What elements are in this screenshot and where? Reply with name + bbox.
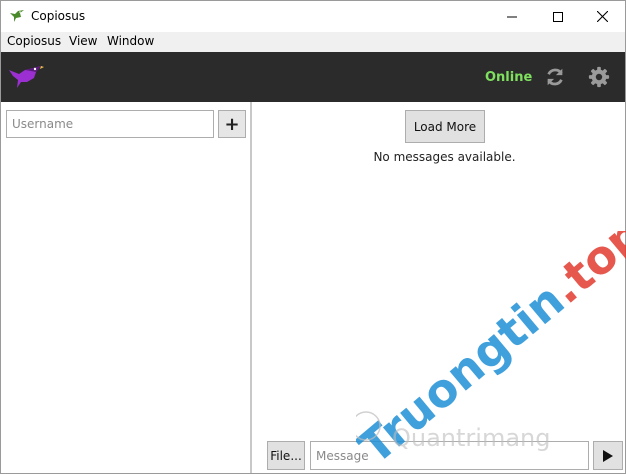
menu-bar: Copiosus View Window [1, 32, 625, 52]
app-window: Copiosus Copiosus View Window Online Use… [0, 0, 626, 474]
menu-view[interactable]: View [69, 34, 97, 48]
username-input[interactable] [6, 110, 214, 138]
attach-file-button[interactable]: File... [267, 441, 305, 470]
send-play-icon [603, 449, 613, 462]
title-bar[interactable]: Copiosus [1, 1, 625, 32]
minimize-icon [507, 16, 517, 17]
refresh-icon[interactable] [544, 66, 566, 88]
send-button[interactable] [593, 441, 623, 470]
maximize-icon [553, 11, 563, 22]
message-input[interactable] [310, 441, 589, 470]
close-button[interactable] [579, 1, 625, 32]
empty-messages-text: No messages available. [373, 150, 516, 164]
toolbar: Online [1, 52, 625, 102]
window-title: Copiosus [31, 9, 86, 23]
contacts-sidebar: + [1, 102, 252, 473]
minimize-button[interactable] [489, 1, 535, 32]
add-user-button[interactable]: + [218, 110, 246, 138]
menu-copiosus[interactable]: Copiosus [7, 34, 61, 48]
close-icon [596, 11, 608, 22]
bird-logo-icon [9, 66, 44, 88]
bird-app-icon [10, 10, 24, 22]
load-more-button[interactable]: Load More [405, 110, 485, 143]
chat-panel: Load More No messages available. File... [254, 102, 625, 473]
settings-gear-icon[interactable] [588, 66, 610, 88]
menu-window[interactable]: Window [107, 34, 154, 48]
maximize-button[interactable] [535, 1, 581, 32]
connection-status: Online [485, 70, 533, 85]
